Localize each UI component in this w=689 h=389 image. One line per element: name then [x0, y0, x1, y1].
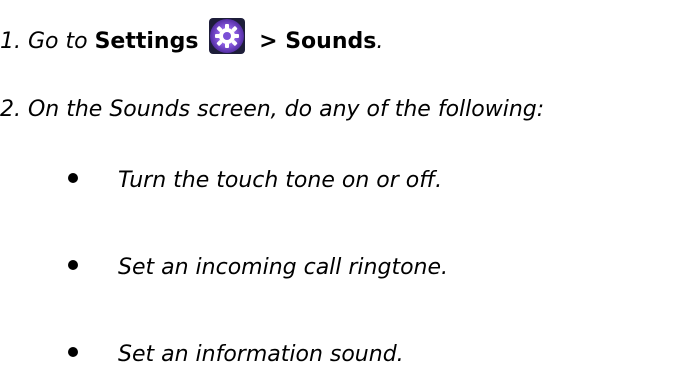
bullet-text: Set an incoming call ringtone. — [118, 255, 449, 280]
settings-label: Settings — [94, 29, 199, 54]
step-1-suffix: . — [376, 29, 384, 54]
bullet-item-3: Set an information sound. — [68, 341, 404, 369]
separator: > — [251, 29, 286, 54]
bullet-dot-icon — [68, 173, 78, 183]
bullet-dot-icon — [68, 260, 78, 270]
bullet-text: Turn the touch tone on or off. — [118, 168, 443, 193]
settings-gear-icon — [209, 18, 246, 54]
step-1: 1. Go to Settings > Sounds. — [0, 18, 383, 56]
bullet-text: Set an information sound. — [118, 342, 404, 367]
instruction-document: 1. Go to Settings > Sounds. 2. On the So… — [0, 0, 689, 389]
bullet-dot-icon — [68, 347, 78, 357]
sounds-label: Sounds — [285, 29, 377, 54]
bullet-item-2: Set an incoming call ringtone. — [68, 254, 448, 282]
step-2: 2. On the Sounds screen, do any of the f… — [0, 97, 545, 122]
step-1-prefix: 1. Go to — [0, 29, 95, 54]
bullet-item-1: Turn the touch tone on or off. — [68, 167, 442, 195]
